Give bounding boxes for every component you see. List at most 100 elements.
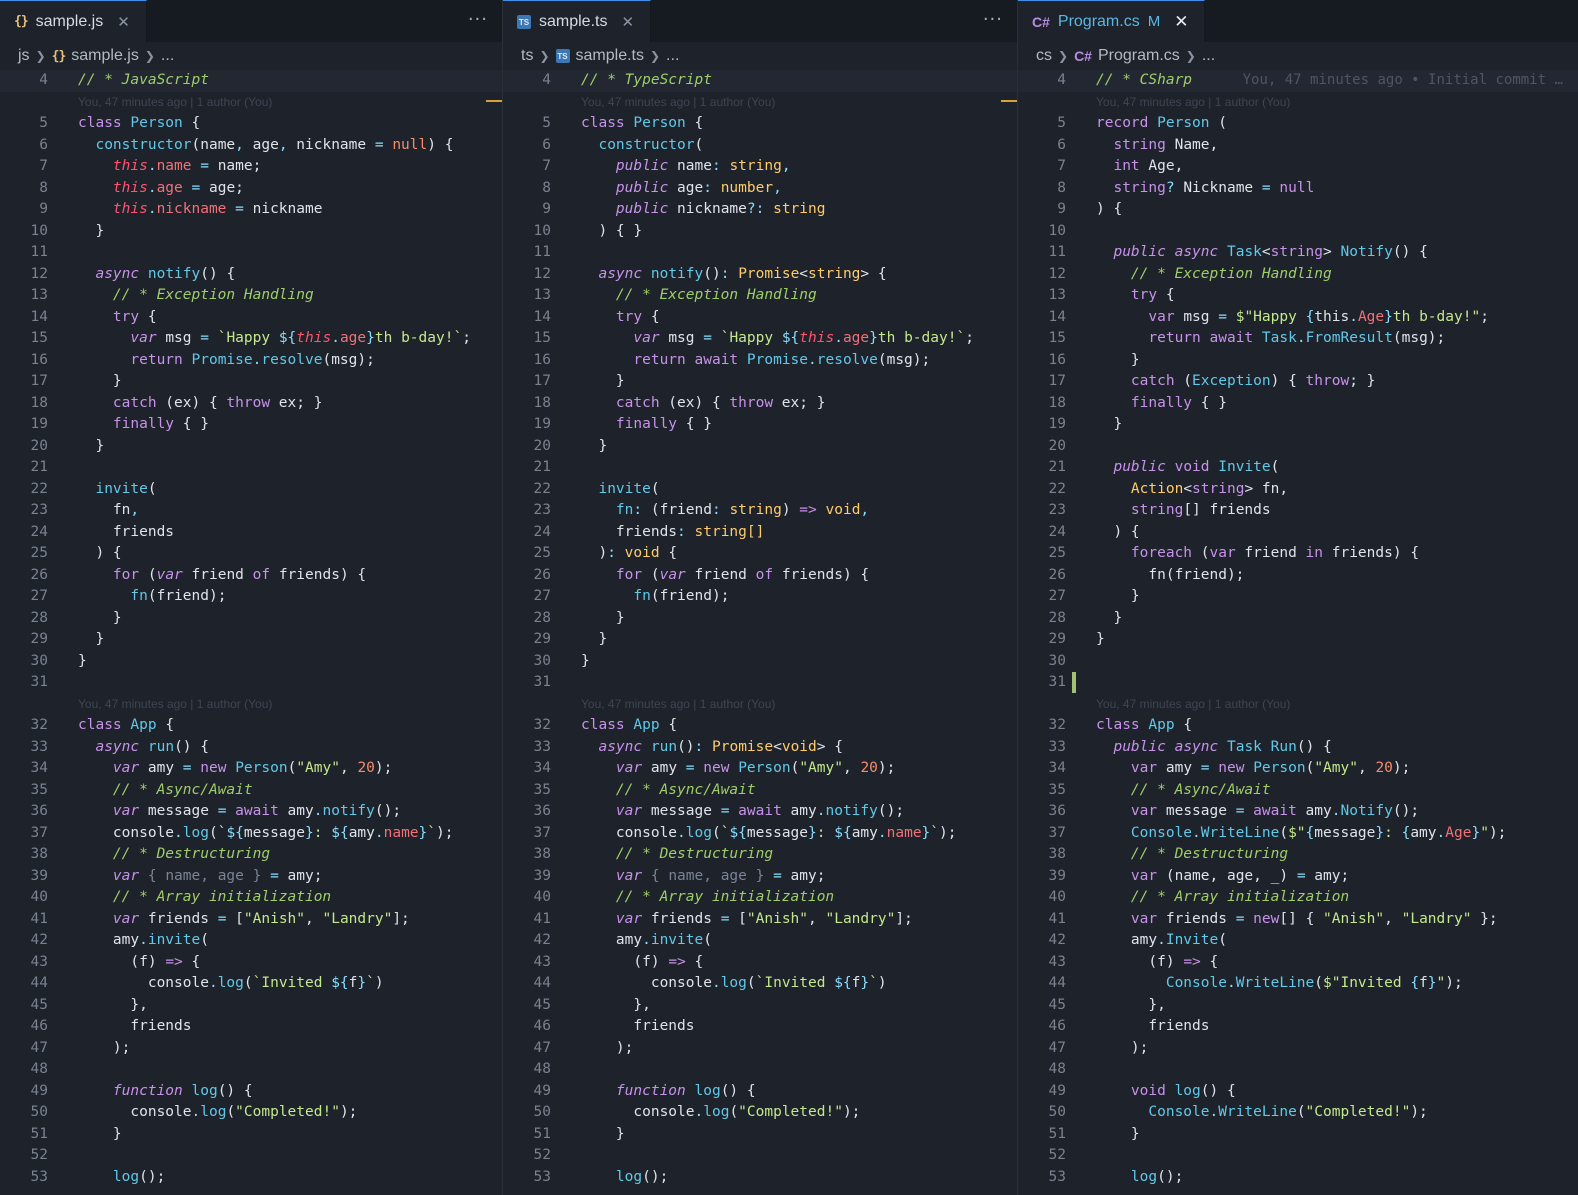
code-line: 41 var friends = ["Anish", "Landry"]; [503,909,1017,931]
code-text: ) { [78,545,122,561]
code-editor[interactable]: 4 // * TypeScript You, 47 minutes ago | 1 … [503,70,1017,1195]
code-editor[interactable]: 4 // * CSharp You, 47 minutes ago • Initi… [1018,70,1578,1195]
line-number: 43 [1048,953,1066,970]
code-text: record Person ( [1096,115,1227,131]
code-text: var friends = new[] { "Anish", "Landry" … [1130,910,1498,927]
breadcrumb-folder[interactable]: ts [521,47,533,65]
codelens-blame[interactable]: You, 47 minutes ago | 1 author (You) [503,694,1017,716]
more-actions-icon[interactable]: ··· [983,9,1003,30]
line-number: 44 [1048,975,1066,991]
breadcrumb-folder[interactable]: js [18,47,30,65]
line-number: 41 [533,910,551,927]
code-text: catch (ex) { throw ex; } [112,394,323,411]
code-text: ) { } [581,222,643,239]
line-number: 36 [1048,803,1066,819]
line-number: 30 [30,652,48,669]
line-number: 4 [542,72,551,88]
codelens-blame[interactable]: You, 47 minutes ago | 1 author (You) [1018,694,1578,716]
code-line: 14 try { [503,307,1017,329]
line-number: 26 [30,566,48,583]
code-text: finally { } [615,416,712,432]
line-number: 11 [533,244,551,260]
code-text: fn(friend); [633,588,730,604]
close-icon[interactable]: ✕ [1174,12,1188,32]
code-text: } [1096,1125,1140,1142]
codelens-blame[interactable]: You, 47 minutes ago | 1 author (You) [0,694,502,716]
code-text: } [1096,631,1105,647]
breadcrumb-file[interactable]: Program.cs [1098,47,1180,65]
code-line: 26 fn(friend); [1018,565,1578,587]
code-line: 6 constructor( [503,135,1017,157]
breadcrumb-symbol[interactable]: ... [1202,47,1215,65]
code-line: 5 record Person ( [1018,113,1578,135]
close-icon[interactable]: ✕ [621,13,634,31]
code-editor[interactable]: 4 // * JavaScript You, 47 minutes ago | 1 … [0,70,502,1195]
tab-program-cs[interactable]: C# Program.cs M ✕ [1018,0,1206,42]
code-line: 53 log(); [503,1167,1017,1189]
more-actions-icon[interactable]: ··· [468,9,488,30]
code-line: 39 var { name, age } = amy; [503,866,1017,888]
line-number: 45 [1048,996,1066,1013]
line-number: 12 [1048,265,1066,282]
line-number: 44 [30,975,48,991]
codelens-blame[interactable]: You, 47 minutes ago | 1 author (You) [503,92,1017,114]
code-text: }, [1096,996,1166,1013]
code-text: } [78,652,87,669]
breadcrumb-symbol[interactable]: ... [161,47,174,65]
code-text: Console.WriteLine("Completed!"); [1148,1104,1428,1120]
line-number: 28 [533,609,551,626]
breadcrumb-file[interactable]: sample.ts [576,47,644,65]
line-number: 6 [39,136,48,153]
code-text: friends [1096,1018,1210,1034]
csharp-file-icon: C# [1074,48,1092,64]
code-line: 27 fn(friend); [0,586,502,608]
code-line: 53 log(); [0,1167,502,1189]
code-text: for (var friend of friends) { [615,566,870,583]
line-number: 50 [533,1104,551,1120]
tab-sample-ts[interactable]: TS sample.ts ✕ [503,0,652,42]
code-line: 53 log(); [1018,1167,1578,1189]
code-line: 37 console.log(`${message}: ${amy.name}`… [0,823,502,845]
javascript-file-icon: {} [51,48,67,64]
code-line: 31 [0,672,502,694]
codelens-blame[interactable]: You, 47 minutes ago | 1 author (You) [0,92,502,114]
line-number: 26 [1048,566,1066,583]
code-text: (f) => { [1096,953,1219,970]
line-number: 53 [533,1168,551,1185]
code-text: ); [581,1039,634,1056]
code-text: // * TypeScript [581,72,712,88]
code-text: // * CSharp You, 47 minutes ago • Initia… [1096,72,1563,88]
line-number: 46 [1048,1018,1066,1034]
code-line: 29} [1018,629,1578,651]
breadcrumb-symbol[interactable]: ... [666,47,679,65]
code-text: // * Array initialization [1130,889,1350,905]
gutter-added-marker[interactable] [1072,672,1076,693]
chevron-right-icon: ❯ [1185,49,1196,63]
code-line: 52 [0,1145,502,1167]
code-text: public void Invite( [1113,459,1280,475]
line-number: 38 [30,846,48,862]
code-line: 44 Console.WriteLine($"Invited {f}"); [1018,973,1578,995]
line-number: 45 [533,996,551,1013]
line-number: 19 [533,416,551,432]
code-line: 52 [503,1145,1017,1167]
code-text: invite( [598,480,660,497]
codelens-blame[interactable]: You, 47 minutes ago | 1 author (You) [1018,92,1578,114]
line-number: 47 [533,1039,551,1056]
code-line: 34 var amy = new Person("Amy", 20); [0,758,502,780]
code-line: 47 ); [0,1038,502,1060]
code-text: // * Array initialization [615,889,835,905]
code-text: } [78,222,105,239]
code-line: 23 string[] friends [1018,500,1578,522]
code-line: 28 } [1018,608,1578,630]
breadcrumb-file[interactable]: sample.js [71,47,139,65]
line-number: 49 [30,1082,48,1099]
code-text: class App { [1096,717,1193,733]
breadcrumb-folder[interactable]: cs [1036,47,1052,65]
line-number: 39 [533,867,551,884]
close-icon[interactable]: ✕ [117,13,130,31]
code-line: 31 [1018,672,1578,694]
tab-sample-js[interactable]: {} sample.js ✕ [0,0,147,42]
code-text: console.log(`${message}: ${amy.name}`); [78,824,454,841]
code-line: 37 Console.WriteLine($"{message}: {amy.A… [1018,823,1578,845]
